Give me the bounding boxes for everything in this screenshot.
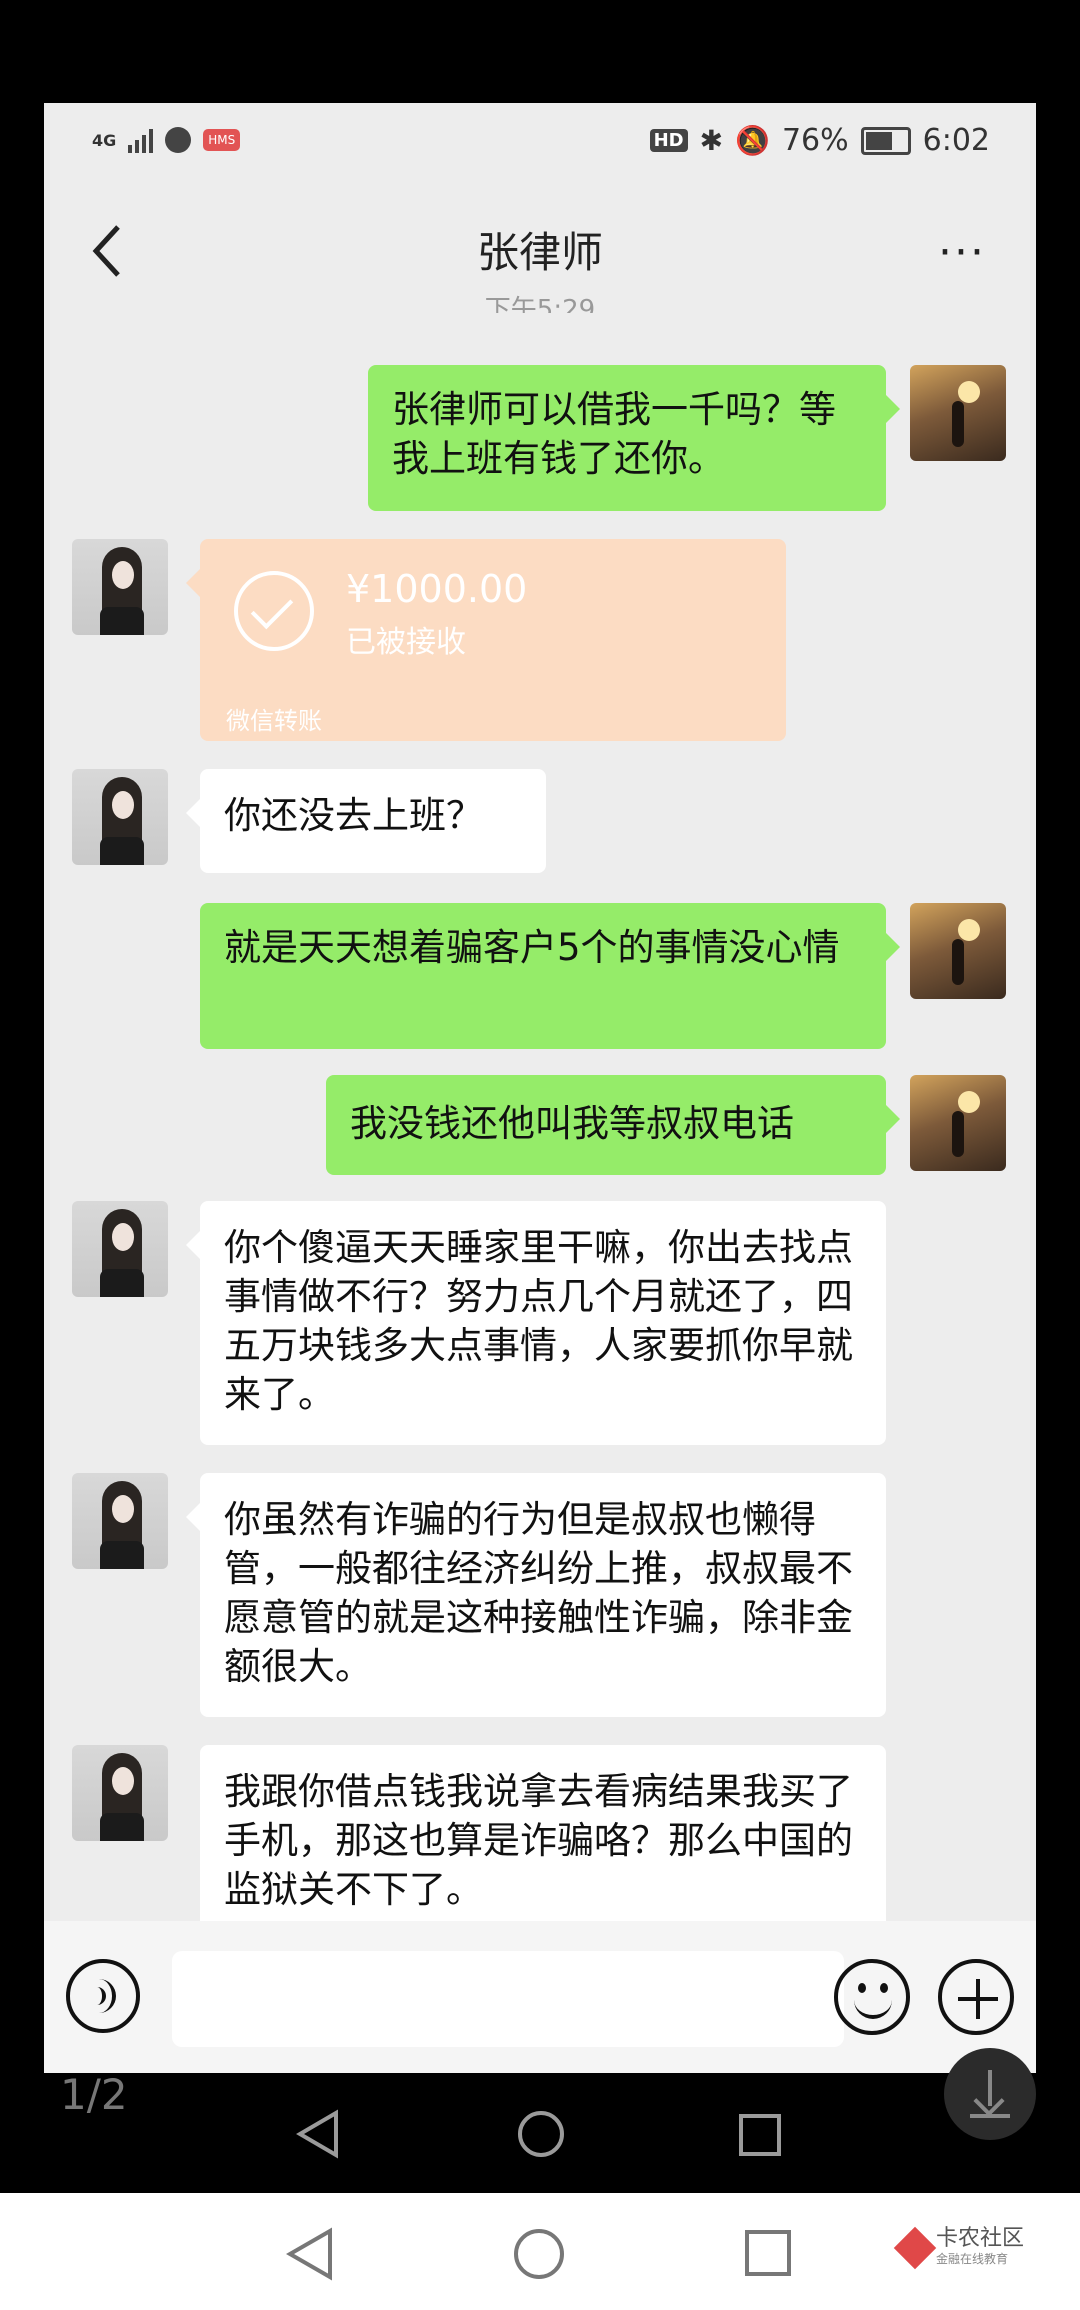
nav-home-icon[interactable] [516,2109,566,2159]
transfer-amount: ¥1000.00 [346,567,528,611]
status-left: 4G HMS [92,127,241,153]
transfer-card[interactable]: ¥1000.00 已被接收 微信转账 [186,539,786,741]
transfer-status: 已被接收 [346,625,466,660]
hms-badge: HMS [203,129,241,151]
check-circle-icon [234,571,314,651]
emoji-icon[interactable] [834,1959,910,2035]
globe-icon [165,127,192,153]
message-timestamp: 下午5:29 [484,295,596,313]
system-recents-icon[interactable] [744,2229,792,2277]
nav-recents-icon[interactable] [738,2113,782,2157]
watermark-logo: 卡农社区 金融在线教育 [893,2226,1025,2269]
input-bar [44,1921,1036,2073]
network-label: 4G [92,130,117,150]
page-counter: 1/2 [60,2070,128,2119]
contact-avatar[interactable] [72,1201,168,1297]
contact-avatar[interactable] [72,769,168,865]
message-input[interactable] [172,1951,844,2047]
status-bar: 4G HMS HD ✱ 🔕 76% 6:02 [44,103,1036,183]
watermark-mark-icon [893,2226,937,2269]
message-bubble-received[interactable]: 你还没去上班？ [186,769,546,873]
nav-back-icon[interactable] [296,2109,340,2159]
screenshot-nav-bar [0,2073,1080,2193]
message-bubble-received[interactable]: 我跟你借点钱我说拿去看病结果我买了手机，那这也算是诈骗咯？那么中国的监狱关不下了… [200,1745,886,1941]
more-options-button[interactable]: ··· [938,227,986,278]
watermark-name: 卡农社区 [936,2226,1025,2251]
status-right: HD ✱ 🔕 76% 6:02 [649,123,990,158]
voice-input-icon[interactable] [66,1959,140,2033]
my-avatar[interactable] [910,1075,1006,1171]
signal-icon [128,127,154,153]
message-bubble-sent[interactable]: 就是天天想着骗客户5个的事情没心情 [200,903,900,1049]
add-attachment-icon[interactable] [938,1959,1014,2035]
message-bubble-received[interactable]: 你虽然有诈骗的行为但是叔叔也懒得管，一般都往经济纠纷上推，叔叔最不愿意管的就是这… [186,1473,886,1717]
battery-icon [860,126,911,155]
contact-avatar[interactable] [72,1745,168,1841]
system-home-icon[interactable] [512,2227,566,2281]
bluetooth-icon: ✱ [699,124,724,157]
battery-percent: 76% [781,123,849,158]
system-back-icon[interactable] [286,2227,334,2281]
hd-badge: HD [649,129,688,152]
my-avatar[interactable] [910,365,1006,461]
page-title: 张律师 [476,228,603,277]
download-icon[interactable] [944,2048,1036,2140]
contact-avatar[interactable] [72,1473,168,1569]
clock: 6:02 [922,123,990,158]
message-bubble-sent[interactable]: 张律师可以借我一千吗？等我上班有钱了还你。 [368,365,900,511]
message-bubble-received[interactable]: 你个傻逼天天睡家里干嘛，你出去找点事情做不行？努力点几个月就还了，四五万块钱多大… [186,1201,886,1445]
mute-icon: 🔕 [735,124,770,157]
phone-screen: 4G HMS HD ✱ 🔕 76% 6:02 张律师 ··· 下午5:29 张律… [44,103,1036,2073]
message-bubble-sent[interactable]: 我没钱还他叫我等叔叔电话 [326,1075,900,1175]
contact-avatar[interactable] [72,539,168,635]
battery-fill [865,131,892,150]
my-avatar[interactable] [910,903,1006,999]
watermark-sub: 金融在线教育 [936,2252,1009,2266]
transfer-source: 微信转账 [226,707,322,735]
